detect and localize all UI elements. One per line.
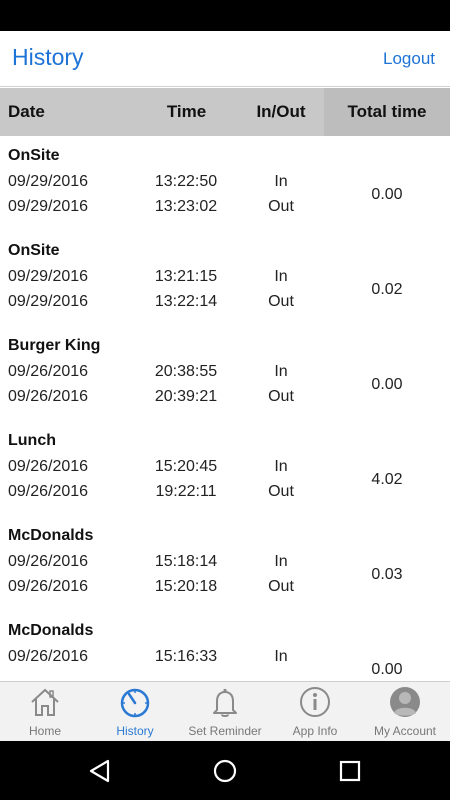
row-direction: Out — [268, 293, 294, 310]
row-date: 09/26/2016 — [8, 458, 89, 475]
entry-location-name: McDonalds — [8, 622, 94, 639]
tab-my-account[interactable]: My Account — [360, 682, 450, 741]
bottom-tab-bar: Home History Set Reminder App Info My Ac… — [0, 681, 450, 741]
app-screen: History Logout Date Time In/Out Total ti… — [0, 31, 450, 741]
row-time: 13:23:02 — [154, 198, 218, 215]
row-date: 09/29/2016 — [8, 293, 89, 310]
clock-icon — [120, 688, 150, 718]
row-direction: Out — [268, 198, 294, 215]
tab-label: Set Reminder — [188, 724, 262, 738]
history-entry[interactable]: McDonalds 09/26/2016 15:16:33 In 0.00 — [0, 611, 450, 681]
row-time: 15:18:14 — [154, 553, 218, 570]
row-direction: In — [274, 268, 288, 285]
logout-button[interactable]: Logout — [383, 49, 435, 69]
row-time: 19:22:11 — [155, 483, 217, 500]
entry-location-name: McDonalds — [8, 527, 94, 544]
row-time: 15:16:33 — [154, 648, 218, 665]
row-direction: In — [274, 363, 288, 380]
entry-total-time: 0.00 — [371, 186, 403, 203]
tab-label: App Info — [292, 724, 338, 738]
column-header-in-out: In/Out — [256, 102, 306, 121]
row-time: 13:22:14 — [154, 293, 218, 310]
entry-location-name: Burger King — [8, 337, 101, 354]
back-icon[interactable] — [87, 758, 113, 784]
home-icon — [31, 688, 59, 716]
row-time: 13:22:50 — [154, 173, 218, 190]
column-header-total-time: Total time — [324, 88, 450, 136]
row-direction: In — [274, 648, 288, 665]
status-bar — [0, 0, 450, 31]
row-date: 09/29/2016 — [8, 198, 89, 215]
row-date: 09/29/2016 — [8, 173, 89, 190]
row-direction: In — [274, 553, 288, 570]
history-entry[interactable]: Burger King 09/26/2016 20:38:55 In 09/26… — [0, 326, 450, 421]
row-date: 09/29/2016 — [8, 268, 89, 285]
row-direction: Out — [268, 388, 294, 405]
tab-label: My Account — [373, 724, 437, 738]
row-time: 20:39:21 — [154, 388, 218, 405]
row-time: 15:20:45 — [154, 458, 218, 475]
history-entry[interactable]: McDonalds 09/26/2016 15:18:14 In 09/26/2… — [0, 516, 450, 611]
tab-history[interactable]: History — [90, 682, 180, 741]
recents-square-icon[interactable] — [337, 758, 363, 784]
history-entry[interactable]: Lunch 09/26/2016 15:20:45 In 09/26/2016 … — [0, 421, 450, 516]
row-direction: Out — [268, 578, 294, 595]
column-header-date: Date — [8, 102, 45, 121]
info-icon — [300, 687, 330, 717]
user-icon — [390, 687, 420, 717]
row-date: 09/26/2016 — [8, 483, 89, 500]
history-entry[interactable]: OnSite 09/29/2016 13:21:15 In 09/29/2016… — [0, 231, 450, 326]
row-direction: In — [274, 458, 288, 475]
navigation-bar: History Logout — [0, 31, 450, 87]
entry-total-time: 0.00 — [371, 661, 403, 678]
row-time: 13:21:15 — [154, 268, 218, 285]
row-date: 09/26/2016 — [8, 648, 89, 665]
tab-label: Home — [28, 724, 61, 738]
bell-icon — [213, 688, 237, 717]
row-direction: In — [274, 173, 288, 190]
table-header: Date Time In/Out Total time — [0, 88, 450, 136]
row-time: 15:20:18 — [154, 578, 218, 595]
system-navigation-bar — [0, 741, 450, 800]
tab-set-reminder[interactable]: Set Reminder — [180, 682, 270, 741]
entry-total-time: 4.02 — [371, 471, 403, 488]
row-date: 09/26/2016 — [8, 578, 89, 595]
row-time: 20:38:55 — [154, 363, 218, 380]
entry-total-time: 0.02 — [371, 281, 403, 298]
row-direction: Out — [268, 483, 294, 500]
entry-location-name: OnSite — [8, 242, 60, 259]
history-entry[interactable]: OnSite 09/29/2016 13:22:50 In 09/29/2016… — [0, 136, 450, 231]
entry-location-name: Lunch — [8, 432, 56, 449]
row-date: 09/26/2016 — [8, 553, 89, 570]
row-date: 09/26/2016 — [8, 363, 89, 380]
row-date: 09/26/2016 — [8, 388, 89, 405]
entry-total-time: 0.03 — [371, 566, 403, 583]
tab-home[interactable]: Home — [0, 682, 90, 741]
tab-app-info[interactable]: App Info — [270, 682, 360, 741]
tab-label: History — [116, 724, 154, 738]
entry-total-time: 0.00 — [371, 376, 403, 393]
entry-location-name: OnSite — [8, 147, 60, 164]
column-header-time: Time — [166, 102, 207, 121]
history-list[interactable]: OnSite 09/29/2016 13:22:50 In 09/29/2016… — [0, 136, 450, 681]
home-circle-icon[interactable] — [212, 758, 238, 784]
page-title: History — [12, 44, 84, 70]
